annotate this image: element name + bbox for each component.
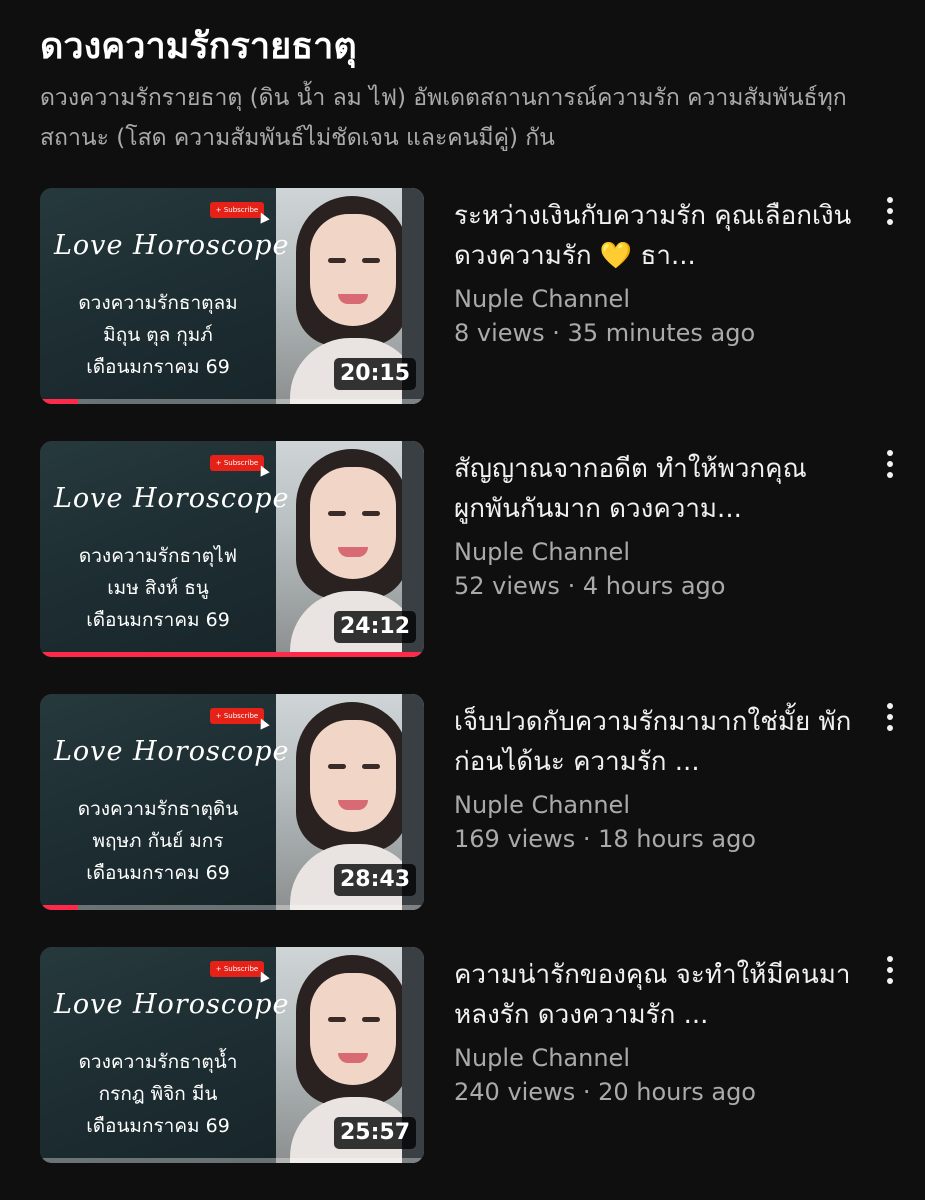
video-meta: 240 views · 20 hours ago [454, 1078, 756, 1106]
thumbnail-line-1: ดวงความรักธาตุน้ำ [78, 1051, 238, 1073]
video-thumbnail[interactable]: Love Horoscope + Subscribe ดวงความรักธาต… [40, 441, 424, 657]
watch-progress-fill [40, 652, 424, 657]
presenter-face [310, 720, 396, 832]
duration-badge: 20:15 [333, 358, 416, 390]
video-thumbnail[interactable]: Love Horoscope + Subscribe ดวงความรักธาต… [40, 188, 424, 404]
video-meta: 52 views · 4 hours ago [454, 572, 726, 600]
thumbnail-line-2: เมษ สิงห์ ธนู [107, 577, 209, 599]
watch-progress-fill [40, 399, 79, 404]
presenter-face [310, 467, 396, 579]
thumbnail-script-title: Love Horoscope [54, 989, 290, 1020]
video-title[interactable]: ระหว่างเงินกับความรัก คุณเลือกเงิน ดวงคว… [454, 196, 854, 276]
playlist-header: ดวงความรักรายธาตุ ดวงความรักรายธาตุ (ดิน… [40, 22, 900, 158]
video-meta: 169 views · 18 hours ago [454, 825, 756, 853]
thumbnail-line-3: เดือนมกราคม 69 [86, 609, 230, 631]
watch-progress-fill [40, 905, 79, 910]
video-item[interactable]: Love Horoscope + Subscribe ดวงความรักธาต… [40, 441, 910, 657]
video-item[interactable]: Love Horoscope + Subscribe ดวงความรักธาต… [40, 188, 910, 404]
more-options-icon[interactable] [876, 194, 904, 228]
watch-progress-bar [40, 652, 424, 657]
thumbnail-line-2: พฤษภ กันย์ มกร [92, 830, 224, 852]
thumbnail-line-3: เดือนมกราคม 69 [86, 1115, 230, 1137]
thumbnail-line-3: เดือนมกราคม 69 [86, 356, 230, 378]
watch-progress-bar [40, 905, 424, 910]
channel-name[interactable]: Nuple Channel [454, 788, 854, 822]
thumbnail-line-1: ดวงความรักธาตุดิน [77, 798, 239, 820]
thumbnail-script-title: Love Horoscope [54, 483, 290, 514]
thumbnail-script-title: Love Horoscope [54, 230, 290, 261]
thumbnail-line-2: มิถุน ตุล กุมภ์ [103, 324, 213, 346]
video-item[interactable]: Love Horoscope + Subscribe ดวงความรักธาต… [40, 694, 910, 910]
video-thumbnail[interactable]: Love Horoscope + Subscribe ดวงความรักธาต… [40, 694, 424, 910]
thumbnail-line-1: ดวงความรักธาตุลม [78, 292, 238, 314]
thumbnail-line-1: ดวงความรักธาตุไฟ [78, 545, 238, 567]
video-thumbnail[interactable]: Love Horoscope + Subscribe ดวงความรักธาต… [40, 947, 424, 1163]
channel-name[interactable]: Nuple Channel [454, 535, 854, 569]
video-title[interactable]: สัญญาณจากอดีต ทำให้พวกคุณผูกพันกันมาก ดว… [454, 449, 854, 529]
thumbnail-line-3: เดือนมกราคม 69 [86, 862, 230, 884]
more-options-icon[interactable] [876, 953, 904, 987]
duration-badge: 28:43 [333, 864, 416, 896]
watch-progress-bar [40, 1158, 424, 1163]
video-item[interactable]: Love Horoscope + Subscribe ดวงความรักธาต… [40, 947, 910, 1163]
channel-name[interactable]: Nuple Channel [454, 1041, 854, 1075]
more-options-icon[interactable] [876, 447, 904, 481]
presenter-face [310, 214, 396, 326]
page-title: ดวงความรักรายธาตุ [40, 26, 357, 67]
thumbnail-script-title: Love Horoscope [54, 736, 290, 767]
duration-badge: 24:12 [333, 611, 416, 643]
presenter-face [310, 973, 396, 1085]
thumbnail-line-2: กรกฎ พิจิก มีน [98, 1083, 218, 1105]
channel-name[interactable]: Nuple Channel [454, 282, 854, 316]
video-title[interactable]: เจ็บปวดกับความรักมามากใช่มั้ย พักก่อนได้… [454, 702, 854, 782]
more-options-icon[interactable] [876, 700, 904, 734]
duration-badge: 25:57 [333, 1117, 416, 1149]
watch-progress-bar [40, 399, 424, 404]
video-meta: 8 views · 35 minutes ago [454, 319, 756, 347]
playlist-description: ดวงความรักรายธาตุ (ดิน น้ำ ลม ไฟ) อัพเดต… [40, 85, 847, 151]
video-title[interactable]: ความน่ารักของคุณ จะทำให้มีคนมาหลงรัก ดวง… [454, 955, 854, 1035]
